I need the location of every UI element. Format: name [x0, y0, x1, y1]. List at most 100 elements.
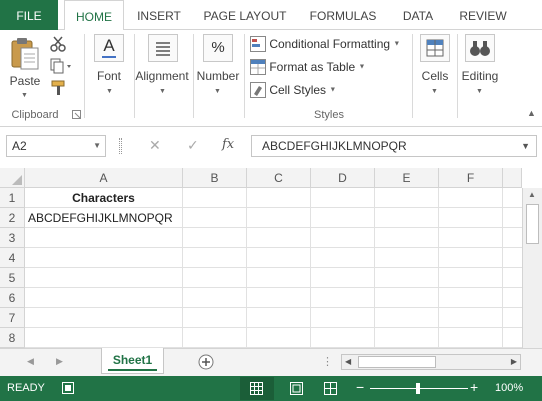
insert-function-icon[interactable]: fx: [222, 137, 234, 152]
copy-icon[interactable]: [50, 58, 72, 74]
cells-icon: [420, 34, 450, 62]
conditional-formatting-icon: [250, 36, 266, 52]
cut-icon[interactable]: [50, 36, 66, 52]
format-as-table-button[interactable]: Format as Table ▼: [250, 59, 365, 77]
number-group[interactable]: % Number ▼: [194, 30, 242, 125]
name-box-dropdown-icon[interactable]: ▼: [93, 136, 101, 156]
worksheet-grid[interactable]: A B C D E F 1 2 3 4 5 6 7 8 Characters A…: [0, 168, 522, 348]
column-header-f[interactable]: F: [439, 168, 503, 188]
sheet-tab-bar: ◀ ▶ Sheet1 ⋮ ◀ ▶: [0, 348, 542, 376]
editing-dropdown-icon: ▼: [476, 88, 483, 95]
column-header-b[interactable]: B: [183, 168, 247, 188]
vertical-scrollbar[interactable]: ▲: [522, 188, 542, 348]
row-header-3[interactable]: 3: [0, 228, 25, 248]
cell-styles-label: Cell Styles: [269, 83, 327, 97]
new-sheet-icon[interactable]: [198, 354, 214, 370]
tab-review[interactable]: REVIEW: [452, 0, 514, 30]
zoom-slider-thumb[interactable]: [416, 383, 420, 394]
format-as-table-icon: [250, 59, 266, 75]
formula-input[interactable]: ABCDEFGHIJKLMNOPQR ▼: [251, 135, 537, 157]
zoom-out-button[interactable]: −: [356, 380, 364, 394]
font-color-bar: [102, 56, 116, 58]
font-icon-glyph: A: [103, 36, 115, 55]
cancel-icon[interactable]: ✕: [149, 137, 161, 154]
ribbon-tab-bar: FILE HOME INSERT PAGE LAYOUT FORMULAS DA…: [0, 0, 542, 31]
dialog-launcher-icon[interactable]: [72, 110, 81, 119]
cells-group[interactable]: Cells ▼: [414, 30, 456, 125]
scroll-up-icon[interactable]: ▲: [528, 190, 536, 199]
collapse-ribbon-icon[interactable]: ▲: [527, 108, 536, 118]
zoom-level[interactable]: 100%: [495, 382, 523, 394]
column-header-e[interactable]: E: [375, 168, 439, 188]
conditional-formatting-button[interactable]: Conditional Formatting ▼: [250, 36, 400, 54]
alignment-icon: [148, 34, 178, 62]
row-header-6[interactable]: 6: [0, 288, 25, 308]
column-header-g[interactable]: [503, 168, 522, 188]
font-group[interactable]: A Font ▼: [86, 30, 134, 125]
alignment-group[interactable]: Alignment ▼: [134, 30, 192, 125]
page-break-preview-icon[interactable]: [324, 382, 337, 395]
sheet-tab-sheet1[interactable]: Sheet1: [101, 348, 164, 374]
format-painter-icon[interactable]: [50, 80, 68, 96]
editing-group[interactable]: Editing ▼: [458, 30, 502, 125]
page-layout-view-icon[interactable]: [290, 382, 303, 395]
cell-styles-icon: [250, 82, 266, 98]
editing-label: Editing: [461, 69, 499, 83]
scroll-right-icon[interactable]: ▶: [511, 357, 517, 366]
name-box-value: A2: [12, 139, 27, 153]
row-header-1[interactable]: 1: [0, 188, 25, 208]
expand-formula-bar-icon[interactable]: ▼: [521, 136, 530, 156]
font-dropdown-icon: ▼: [106, 88, 113, 95]
paste-icon: [11, 38, 39, 70]
zoom-in-button[interactable]: +: [470, 380, 478, 394]
number-dropdown-icon: ▼: [214, 88, 221, 95]
enter-icon[interactable]: ✓: [187, 137, 199, 154]
vertical-scroll-thumb[interactable]: [526, 204, 539, 244]
cell-styles-button[interactable]: Cell Styles ▼: [250, 82, 336, 100]
scroll-left-icon[interactable]: ◀: [345, 357, 351, 366]
tab-split-grip-icon[interactable]: ⋮: [322, 355, 333, 368]
alignment-dropdown-icon: ▼: [159, 88, 166, 95]
paste-dropdown-icon: ▼: [21, 92, 28, 99]
tab-file[interactable]: FILE: [0, 0, 58, 30]
conditional-formatting-dropdown-icon: ▼: [393, 40, 401, 48]
formula-bar-grip-icon[interactable]: [119, 138, 122, 154]
prev-sheet-icon[interactable]: ◀: [27, 356, 34, 367]
styles-group-label: Styles: [314, 109, 344, 121]
format-as-table-label: Format as Table: [269, 60, 356, 74]
font-icon: A: [94, 34, 124, 62]
tab-formulas[interactable]: FORMULAS: [302, 0, 384, 30]
number-icon: %: [203, 34, 233, 62]
format-as-table-dropdown-icon: ▼: [358, 63, 366, 71]
column-header-d[interactable]: D: [311, 168, 375, 188]
tab-data[interactable]: DATA: [392, 0, 444, 30]
number-label: Number: [196, 69, 240, 83]
horizontal-scrollbar[interactable]: ◀ ▶: [341, 354, 521, 370]
row-header-5[interactable]: 5: [0, 268, 25, 288]
cells-label: Cells: [421, 69, 449, 83]
zoom-slider[interactable]: [370, 383, 468, 394]
row-header-4[interactable]: 4: [0, 248, 25, 268]
horizontal-scroll-thumb[interactable]: [358, 356, 436, 368]
tab-home[interactable]: HOME: [64, 0, 124, 31]
row-header-8[interactable]: 8: [0, 328, 25, 348]
formula-content: ABCDEFGHIJKLMNOPQR: [262, 139, 407, 153]
cell-a2[interactable]: ABCDEFGHIJKLMNOPQR: [25, 208, 183, 228]
tab-insert[interactable]: INSERT: [130, 0, 188, 30]
paste-label: Paste: [9, 74, 41, 88]
next-sheet-icon[interactable]: ▶: [56, 356, 63, 367]
row-header-2[interactable]: 2: [0, 208, 25, 228]
select-all-corner[interactable]: [0, 168, 25, 188]
ribbon-separator: [412, 34, 413, 118]
row-header-7[interactable]: 7: [0, 308, 25, 328]
normal-view-button[interactable]: [240, 377, 274, 400]
paste-button[interactable]: Paste ▼: [6, 34, 44, 100]
macro-record-icon[interactable]: [62, 382, 74, 394]
ribbon: Paste ▼ Clipboard A Font ▼ Alignment ▼ %…: [0, 30, 542, 127]
tab-page-layout[interactable]: PAGE LAYOUT: [196, 0, 294, 30]
column-header-c[interactable]: C: [247, 168, 311, 188]
conditional-formatting-label: Conditional Formatting: [269, 37, 391, 51]
name-box[interactable]: A2 ▼: [6, 135, 106, 157]
cell-a1[interactable]: Characters: [25, 188, 183, 208]
column-header-a[interactable]: A: [25, 168, 183, 188]
